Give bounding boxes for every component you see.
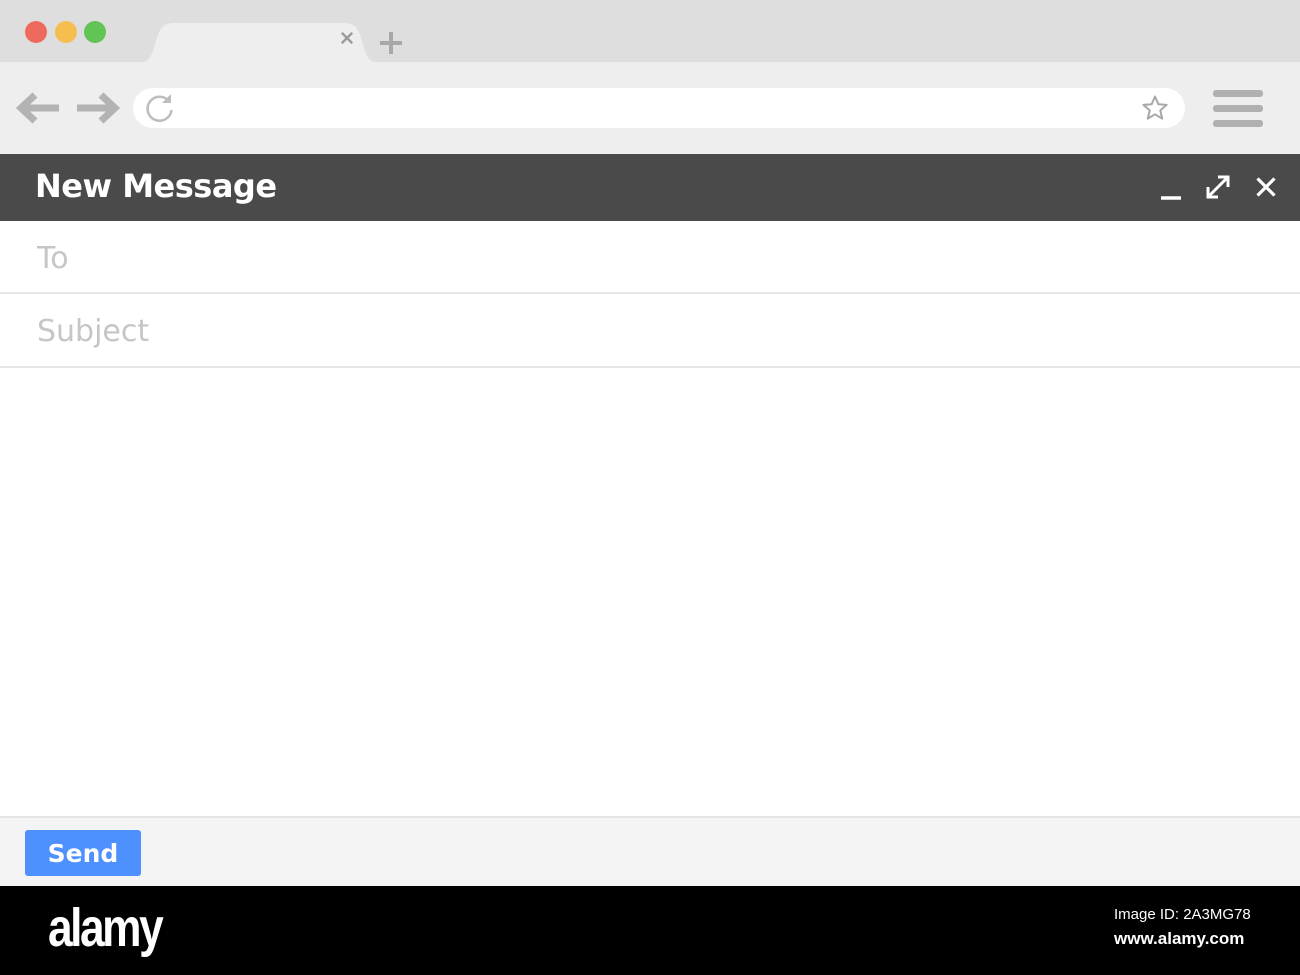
close-icon[interactable] bbox=[1249, 170, 1283, 204]
browser-tab[interactable] bbox=[138, 23, 380, 63]
window-minimize-dot[interactable] bbox=[55, 21, 77, 43]
watermark-url: www.alamy.com bbox=[1114, 929, 1245, 948]
watermark-image-id: Image ID: 2A3MG78 bbox=[1114, 906, 1251, 923]
expand-icon[interactable] bbox=[1201, 170, 1235, 204]
send-button[interactable]: Send bbox=[25, 830, 141, 876]
compose-title: New Message bbox=[35, 167, 277, 205]
watermark-bar bbox=[0, 886, 1300, 975]
subject-field[interactable] bbox=[37, 308, 1257, 354]
to-field[interactable] bbox=[37, 235, 1257, 281]
menu-bar-line bbox=[1213, 119, 1263, 127]
back-arrow-icon[interactable] bbox=[14, 88, 64, 128]
compose-footer bbox=[0, 816, 1300, 886]
new-tab-plus-icon[interactable] bbox=[377, 29, 405, 57]
window-zoom-dot[interactable] bbox=[84, 21, 106, 43]
tab-close-icon[interactable] bbox=[341, 32, 365, 56]
bookmark-star-icon[interactable] bbox=[1139, 92, 1171, 124]
url-input[interactable] bbox=[185, 92, 1125, 124]
forward-arrow-icon[interactable] bbox=[72, 88, 122, 128]
window-close-dot[interactable] bbox=[25, 21, 47, 43]
subject-row bbox=[0, 294, 1300, 368]
to-row bbox=[0, 221, 1300, 294]
message-body[interactable] bbox=[0, 368, 1300, 816]
watermark-logo: alamy bbox=[48, 898, 164, 958]
reload-icon[interactable] bbox=[143, 91, 177, 125]
hamburger-menu-icon[interactable] bbox=[1208, 86, 1268, 130]
menu-bar-line bbox=[1213, 104, 1263, 112]
minimize-icon[interactable] bbox=[1154, 170, 1188, 204]
menu-bar-line bbox=[1213, 89, 1263, 97]
